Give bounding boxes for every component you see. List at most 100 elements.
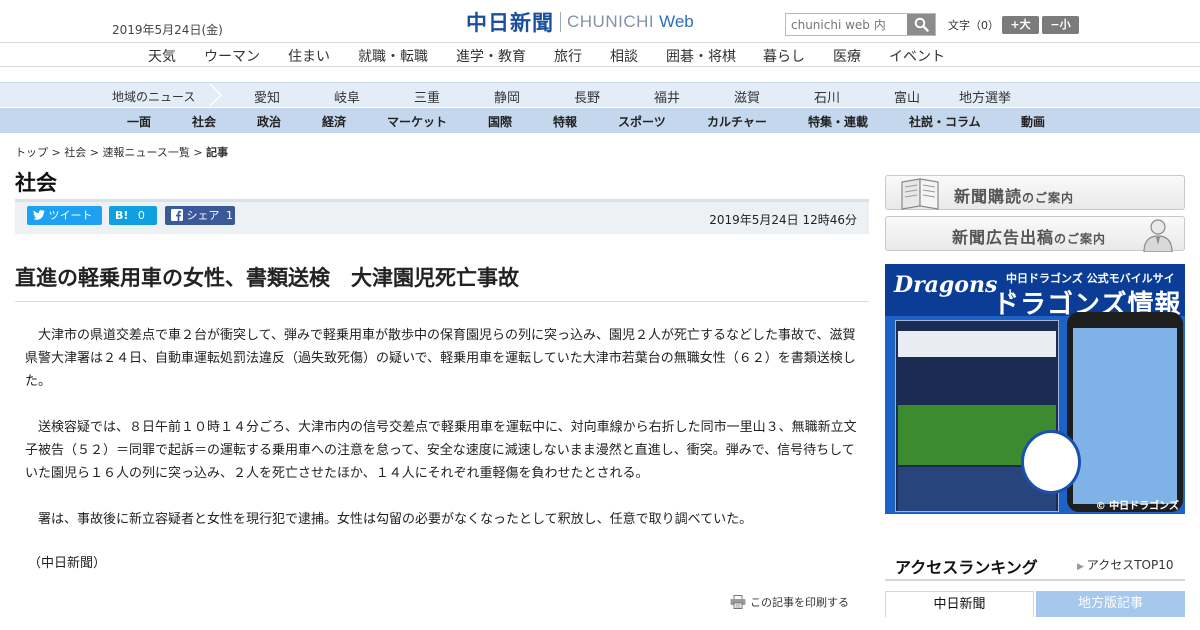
twitter-bird-icon (33, 210, 45, 220)
region-nav-label: 地域のニュース (112, 90, 196, 104)
category-nav-item[interactable]: マーケット (387, 113, 447, 130)
article-source: （中日新聞） (28, 556, 107, 571)
genre-nav-item[interactable]: 囲碁・将棋 (666, 46, 736, 66)
header-date: 2019年5月24日(金) (112, 23, 223, 37)
genre-nav-item[interactable]: 医療 (833, 46, 861, 66)
hatena-bookmark-button[interactable]: B! 0 (109, 206, 157, 225)
category-nav-item[interactable]: カルチャー (707, 113, 767, 130)
facebook-count: 1 (226, 209, 233, 222)
ranking-title: アクセスランキング (895, 558, 1038, 577)
tweet-label: ツイート (48, 209, 93, 222)
breadcrumb-link[interactable]: トップ (15, 146, 48, 159)
font-size-smaller-button[interactable]: −小 (1042, 16, 1079, 34)
subscription-info-button[interactable]: 新聞購読のご案内 (885, 175, 1185, 210)
region-nav: 地域のニュース 愛知 岐阜 三重 静岡 長野 福井 滋賀 石川 富山 地方選挙 (0, 82, 1200, 107)
category-nav-item[interactable]: 特報 (553, 113, 577, 130)
category-nav-item[interactable]: 特集・連載 (808, 113, 868, 130)
subscription-suffix: のご案内 (1022, 191, 1075, 205)
logo-jp-text: 中日新聞 (466, 10, 554, 35)
printer-icon (730, 595, 746, 609)
category-nav-item[interactable]: 動画 (1021, 113, 1045, 130)
banner-scoreboard (898, 331, 1056, 357)
article-published-date: 2019年5月24日 12時46分 (709, 213, 857, 227)
dragons-promo-banner[interactable]: Dragons 中日ドラゴンズ 公式モバイルサイト ドラゴンズ情報 © 中日ドラ… (885, 264, 1185, 514)
search-button[interactable] (907, 14, 935, 35)
genre-nav-item[interactable]: イベント (889, 46, 945, 66)
section-title: 社会 (15, 171, 57, 195)
font-size-larger-button[interactable]: +大 (1002, 16, 1039, 34)
breadcrumb-link[interactable]: 社会 (64, 146, 86, 159)
font-size-label: 文字（0） (948, 19, 999, 32)
ad-placement-suffix: のご案内 (1054, 232, 1107, 246)
hatena-label: B! (115, 209, 129, 222)
region-nav-item[interactable]: 三重 (414, 87, 440, 106)
banner-phone-graphic (1067, 312, 1183, 512)
facebook-share-button[interactable]: シェア 1 (165, 206, 235, 225)
businessman-icon (1143, 219, 1173, 252)
article-headline: 直進の軽乗用車の女性、書類送検 大津園児死亡事故 (15, 266, 519, 290)
article-paragraph: 署は、事故後に新立容疑者と女性を現行犯で逮捕。女性は勾留の必要がなくなったとして… (38, 512, 753, 527)
region-nav-item[interactable]: 愛知 (254, 87, 280, 106)
genre-nav-item[interactable]: ウーマン (204, 46, 260, 66)
genre-nav-item[interactable]: 住まい (288, 46, 330, 66)
banner-mascot (1021, 430, 1081, 494)
category-nav-item[interactable]: 一面 (127, 113, 151, 130)
headline-divider (15, 301, 869, 302)
print-label: この記事を印刷する (750, 596, 849, 609)
triangle-right-icon: ▶ (1077, 562, 1087, 572)
breadcrumb-separator: > (48, 146, 65, 159)
category-nav-item[interactable]: スポーツ (618, 113, 666, 130)
category-nav-item[interactable]: 社説・コラム (909, 113, 981, 130)
category-nav-item[interactable]: 政治 (257, 113, 281, 130)
site-logo[interactable]: 中日新聞 CHUNICHI Web (466, 9, 694, 35)
category-nav-item[interactable]: 国際 (488, 113, 512, 130)
facebook-icon (171, 209, 183, 221)
region-nav-item[interactable]: 長野 (574, 87, 600, 106)
category-nav: 一面 社会 政治 経済 マーケット 国際 特報 スポーツ カルチャー 特集・連載… (0, 107, 1200, 133)
newspaper-icon (901, 178, 939, 210)
ad-placement-title: 新聞広告出稿 (952, 228, 1055, 247)
ad-placement-info-button[interactable]: 新聞広告出稿のご案内 (885, 216, 1185, 252)
tab-chunichi[interactable]: 中日新聞 (885, 591, 1034, 617)
genre-nav-item[interactable]: 旅行 (554, 46, 582, 66)
site-search (785, 13, 936, 36)
region-nav-item[interactable]: 滋賀 (734, 87, 760, 106)
banner-copyright: © 中日ドラゴンズ (1095, 501, 1179, 512)
region-nav-item[interactable]: 福井 (654, 87, 680, 106)
share-bar: ツイート B! 0 シェア 1 2019年5月24日 12時46分 (15, 199, 869, 234)
region-nav-item[interactable]: 岐阜 (334, 87, 360, 106)
genre-nav: 天気 ウーマン 住まい 就職・転職 進学・教育 旅行 相談 囲碁・将棋 暮らし … (0, 42, 1200, 67)
ranking-divider (885, 579, 1185, 581)
logo-en-text: CHUNICHI (567, 12, 655, 31)
print-article-link[interactable]: この記事を印刷する (730, 594, 849, 610)
breadcrumb-separator: > (189, 146, 207, 159)
hatena-count: 0 (137, 209, 145, 222)
region-nav-arrow-inner (208, 83, 220, 107)
breadcrumb-current: 記事 (206, 146, 229, 159)
genre-nav-item[interactable]: 進学・教育 (456, 46, 526, 66)
breadcrumb-link[interactable]: 速報ニュース一覧 (102, 146, 189, 159)
region-nav-item[interactable]: 静岡 (494, 87, 520, 106)
genre-nav-item[interactable]: 就職・転職 (358, 46, 428, 66)
breadcrumb: トップ > 社会 > 速報ニュース一覧 > 記事 (15, 144, 228, 160)
subscription-title: 新聞購読 (954, 187, 1023, 206)
breadcrumb-separator: > (86, 146, 103, 159)
category-nav-item[interactable]: 経済 (322, 113, 346, 130)
genre-nav-item[interactable]: 暮らし (763, 46, 805, 66)
search-input[interactable] (786, 14, 908, 35)
article-paragraph: 送検容疑では、８日午前１０時１４分ごろ、大津市内の信号交差点で軽乗用車を運転中に… (25, 420, 857, 481)
category-nav-item[interactable]: 社会 (192, 113, 216, 130)
ranking-top10-link[interactable]: ▶ アクセスTOP10 (1077, 556, 1173, 573)
genre-nav-item[interactable]: 相談 (610, 46, 638, 66)
tab-regional[interactable]: 地方版記事 (1036, 591, 1185, 617)
site-header: 2019年5月24日(金) 中日新聞 CHUNICHI Web 文字（0） +大… (0, 0, 1200, 42)
region-nav-item[interactable]: 石川 (814, 87, 840, 106)
region-nav-item[interactable]: 地方選挙 (959, 87, 1011, 106)
genre-nav-item[interactable]: 天気 (148, 46, 176, 66)
region-nav-item[interactable]: 富山 (894, 87, 920, 106)
search-icon (914, 17, 929, 32)
banner-phone-screen (1073, 328, 1177, 504)
ranking-top10-label: アクセスTOP10 (1086, 558, 1174, 572)
logo-web-text: Web (659, 12, 694, 31)
tweet-button[interactable]: ツイート (27, 206, 102, 225)
